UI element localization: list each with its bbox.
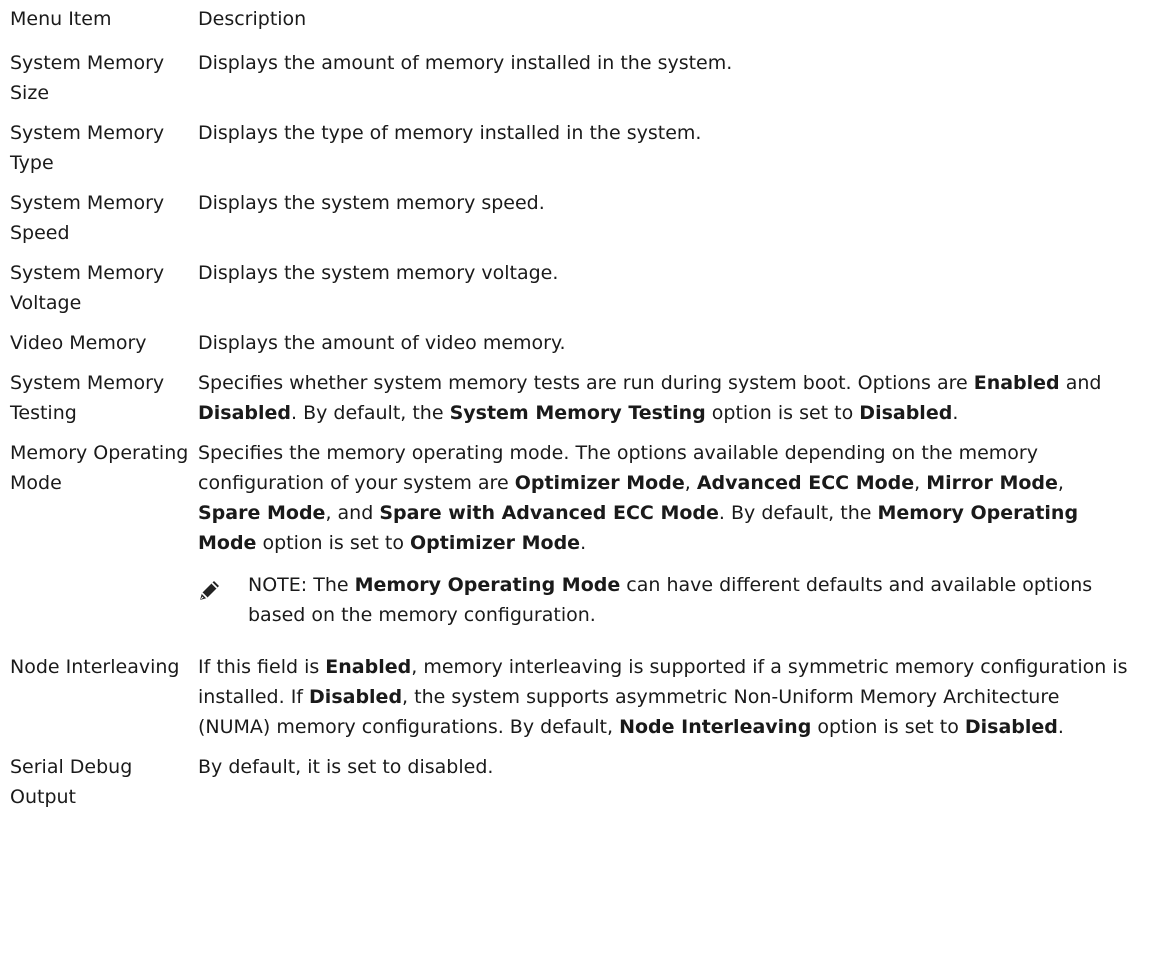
memory-settings-table: Menu Item Description System Memory Size… (0, 0, 1157, 812)
header-menu-item: Menu Item (10, 8, 112, 30)
table-row: Serial Debug Output By default, it is se… (10, 752, 1157, 812)
description-text: , (1057, 472, 1064, 494)
table-row: System Memory Size Displays the amount o… (10, 48, 1157, 108)
table-row: System Memory Testing Specifies whether … (10, 368, 1157, 428)
menu-item-description: Displays the amount of memory installed … (198, 52, 733, 74)
menu-item-label: Video Memory (10, 332, 147, 354)
menu-item-description: If this field is Enabled, memory interle… (198, 652, 1128, 742)
option-value: Spare Mode (198, 502, 326, 524)
pencil-icon (198, 570, 248, 630)
menu-item-label: System Memory Voltage (10, 262, 165, 314)
option-value: Spare with Advanced ECC Mode (379, 502, 719, 524)
menu-item-description: Displays the type of memory installed in… (198, 122, 702, 144)
note-label: NOTE: (248, 574, 308, 596)
option-value: Mirror Mode (926, 472, 1058, 494)
option-value: Disabled (198, 402, 292, 424)
note-box: NOTE: The Memory Operating Mode can have… (198, 570, 1128, 630)
table-row: System Memory Type Displays the type of … (10, 118, 1157, 178)
menu-item-description: Specifies the memory operating mode. The… (198, 438, 1128, 652)
menu-item-label: System Memory Speed (10, 192, 165, 244)
description-text: . (580, 532, 587, 554)
table-row: System Memory Speed Displays the system … (10, 188, 1157, 248)
description-text: option is set to (256, 532, 411, 554)
description-text: , and (325, 502, 380, 524)
table-row: Node Interleaving If this field is Enabl… (10, 652, 1157, 742)
menu-item-label: System Memory Size (10, 52, 165, 104)
option-value: Advanced ECC Mode (696, 472, 915, 494)
option-name: System Memory Testing (449, 402, 706, 424)
description-text: If this field is (198, 656, 326, 678)
table-row: System Memory Voltage Displays the syste… (10, 258, 1157, 318)
description-text: option is set to (811, 716, 965, 738)
menu-item-description: Specifies whether system memory tests ar… (198, 368, 1128, 428)
menu-item-label: System Memory Type (10, 122, 165, 174)
description-text: , (684, 472, 697, 494)
option-name: Node Interleaving (619, 716, 812, 738)
description-text: option is set to (705, 402, 860, 424)
description-text: . By default, the (718, 502, 878, 524)
note-text: NOTE: The Memory Operating Mode can have… (248, 570, 1108, 630)
table-header: Menu Item Description (10, 4, 1157, 34)
option-value: Disabled (859, 402, 953, 424)
menu-item-description: By default, it is set to disabled. (198, 756, 494, 778)
table-row: Memory Operating Mode Specifies the memo… (10, 438, 1157, 652)
description-text: . (952, 402, 959, 424)
option-value: Optimizer Mode (514, 472, 685, 494)
menu-item-description: Displays the amount of video memory. (198, 332, 566, 354)
description-text: Specifies whether system memory tests ar… (198, 372, 974, 394)
description-text: . (1057, 716, 1064, 738)
menu-item-label: Serial Debug Output (10, 756, 133, 808)
header-description: Description (198, 8, 307, 30)
menu-item-description: Displays the system memory speed. (198, 192, 545, 214)
option-value: Disabled (964, 716, 1058, 738)
description-paragraph: Specifies the memory operating mode. The… (198, 438, 1128, 558)
description-text: . By default, the (291, 402, 450, 424)
option-name: Memory Operating Mode (354, 574, 621, 596)
description-text: , (914, 472, 927, 494)
menu-item-label: Node Interleaving (10, 656, 180, 678)
description-text: and (1059, 372, 1102, 394)
option-value: Disabled (309, 686, 403, 708)
option-value: Enabled (325, 656, 412, 678)
menu-item-label: Memory Operating Mode (10, 442, 189, 494)
option-value: Enabled (973, 372, 1060, 394)
option-value: Optimizer Mode (410, 532, 581, 554)
table-row: Video Memory Displays the amount of vide… (10, 328, 1157, 358)
menu-item-label: System Memory Testing (10, 372, 165, 424)
note-body: The (307, 574, 355, 596)
menu-item-description: Displays the system memory voltage. (198, 262, 559, 284)
